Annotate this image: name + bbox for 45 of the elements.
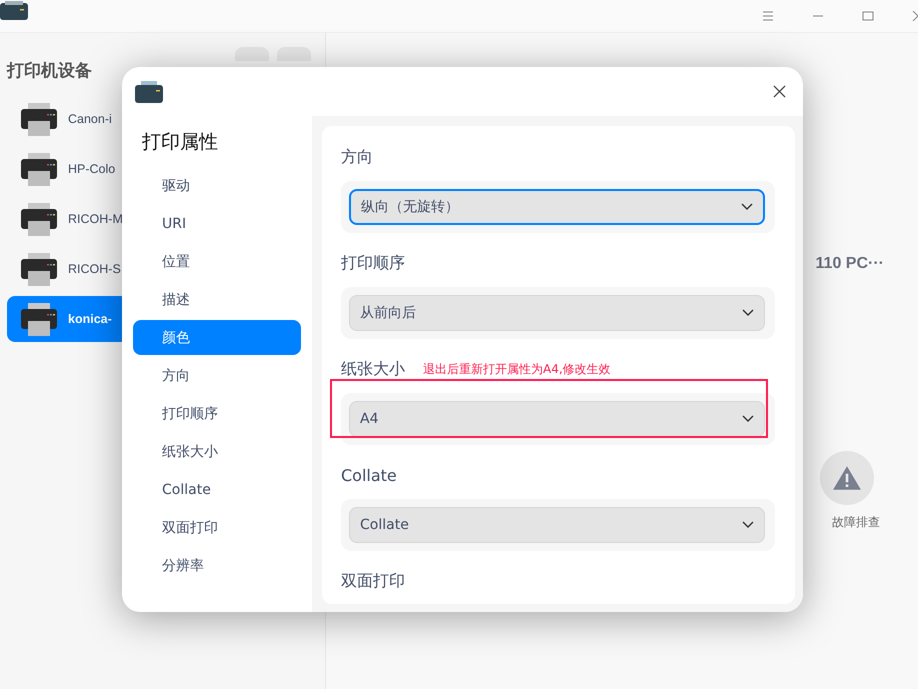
maximize-icon[interactable] [862,11,874,21]
printer-icon [21,251,57,287]
section-heading: 纸张大小 [341,358,405,380]
nav-item[interactable]: URI [133,206,301,241]
nav-item[interactable]: 颜色 [133,320,301,355]
dropdown[interactable]: Collate [349,507,765,543]
annotation-note: 退出后重新打开属性为A4,修改生效 [423,360,611,378]
printer-item[interactable]: RICOH-M [7,196,122,242]
chevron-icon [742,309,754,317]
section-heading: 双面打印 [341,570,405,592]
dropdown[interactable]: 纵向（无旋转） [349,189,765,225]
printer-icon [21,301,57,337]
printer-icon [0,1,28,21]
printer-item[interactable]: konica- [7,296,122,342]
sidebar-title: 打印机设备 [7,60,92,82]
chevron-icon [742,415,754,423]
menu-icon[interactable] [762,11,774,21]
nav-item[interactable]: 驱动 [133,168,301,203]
printer-icon [135,80,163,102]
section-heading: Collate [341,466,397,484]
nav-item[interactable]: 位置 [133,244,301,279]
nav-item[interactable]: Collate [133,472,301,507]
chevron-icon [741,203,753,211]
dropdown[interactable]: 从前向后 [349,295,765,331]
printer-item[interactable]: Canon-i [7,96,122,142]
section-heading: 打印顺序 [341,252,405,274]
printer-icon [21,201,57,237]
dropdown[interactable]: A4 [349,401,765,437]
troubleshoot-label: 故障排查 [832,514,880,531]
printer-item[interactable]: RICOH-S [7,246,122,292]
printer-icon [21,151,57,187]
dialog-title: 打印属性 [141,130,219,155]
chevron-icon [742,521,754,529]
nav-item[interactable]: 分辨率 [133,548,301,583]
close-icon[interactable] [773,85,786,98]
nav-item[interactable]: 纸张大小 [133,434,301,469]
nav-item[interactable]: 打印顺序 [133,396,301,431]
nav-item[interactable]: 描述 [133,282,301,317]
printer-name: 110 PC··· [816,255,884,273]
printer-item[interactable]: HP-Colo [7,146,122,192]
section-heading: 方向 [341,146,373,168]
nav-item[interactable]: 双面打印 [133,510,301,545]
nav-item[interactable]: 方向 [133,358,301,393]
warning-icon [832,465,862,491]
printer-icon [21,101,57,137]
